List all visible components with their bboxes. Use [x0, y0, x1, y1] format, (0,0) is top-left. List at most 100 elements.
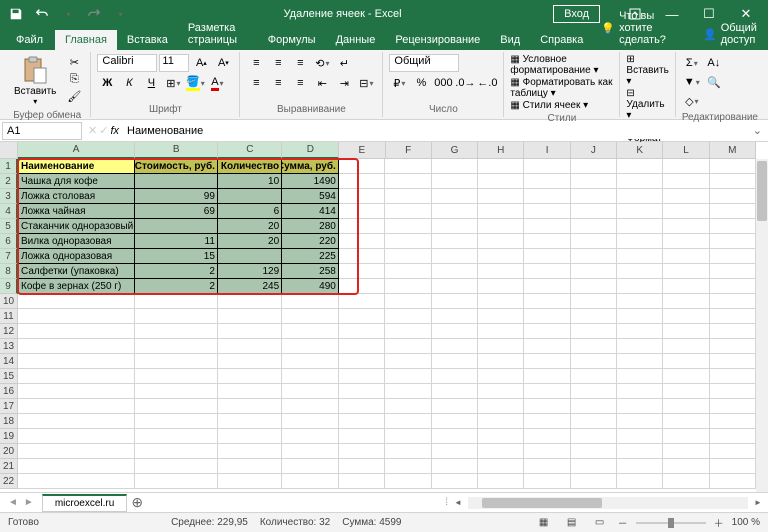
cell[interactable]	[524, 399, 570, 414]
cell[interactable]	[710, 219, 756, 234]
cell[interactable]	[478, 384, 524, 399]
cell[interactable]	[478, 204, 524, 219]
cell[interactable]	[218, 294, 282, 309]
sort-filter-icon[interactable]: A↓	[704, 54, 724, 72]
row-header[interactable]: 21	[0, 459, 18, 474]
cell[interactable]	[617, 369, 663, 384]
tell-me-search[interactable]: 💡Что вы хотите сделать?	[593, 6, 693, 50]
cell[interactable]	[571, 159, 617, 174]
cell[interactable]	[710, 324, 756, 339]
cell[interactable]	[571, 369, 617, 384]
cell[interactable]	[432, 294, 478, 309]
tab-6[interactable]: Вид	[490, 30, 530, 50]
cell[interactable]	[339, 384, 385, 399]
cell[interactable]	[571, 474, 617, 489]
cell[interactable]	[617, 399, 663, 414]
cell[interactable]	[18, 339, 135, 354]
row-header[interactable]: 16	[0, 384, 18, 399]
row-header[interactable]: 5	[0, 219, 18, 234]
cell[interactable]: 2	[135, 264, 218, 279]
cell[interactable]	[571, 279, 617, 294]
cell[interactable]	[432, 189, 478, 204]
zoom-level[interactable]: 100 %	[732, 517, 760, 528]
qat-customize[interactable]	[108, 2, 132, 26]
cell[interactable]	[432, 279, 478, 294]
cell[interactable]	[18, 429, 135, 444]
hscroll-left-icon[interactable]: ◄	[452, 497, 464, 509]
cell[interactable]	[617, 429, 663, 444]
cell[interactable]	[571, 339, 617, 354]
cell[interactable]	[617, 189, 663, 204]
cell[interactable]	[478, 249, 524, 264]
cell[interactable]	[478, 459, 524, 474]
page-layout-icon[interactable]: ▤	[562, 515, 582, 531]
cell[interactable]: Кофе в зернах (250 г)	[18, 279, 135, 294]
cell[interactable]	[18, 369, 135, 384]
cell[interactable]	[478, 264, 524, 279]
cell-styles-button[interactable]: ▦ Стили ячеек ▾	[510, 100, 588, 111]
cell[interactable]	[135, 354, 218, 369]
cell[interactable]: 220	[282, 234, 339, 249]
cell[interactable]	[617, 354, 663, 369]
cell[interactable]	[571, 459, 617, 474]
cell[interactable]	[18, 324, 135, 339]
row-header[interactable]: 7	[0, 249, 18, 264]
cell[interactable]	[135, 309, 218, 324]
cell[interactable]	[571, 384, 617, 399]
cell[interactable]: 69	[135, 204, 218, 219]
cell[interactable]	[571, 324, 617, 339]
cell[interactable]	[524, 459, 570, 474]
cell[interactable]	[135, 459, 218, 474]
cell[interactable]	[432, 354, 478, 369]
undo-dropdown[interactable]	[56, 2, 80, 26]
tab-1[interactable]: Вставка	[117, 30, 178, 50]
cell[interactable]	[339, 474, 385, 489]
cell[interactable]	[339, 369, 385, 384]
cell[interactable]	[282, 429, 339, 444]
cell[interactable]	[571, 309, 617, 324]
cell[interactable]	[282, 444, 339, 459]
cell[interactable]	[663, 294, 709, 309]
cell[interactable]	[18, 399, 135, 414]
cell[interactable]	[385, 459, 431, 474]
cell[interactable]	[571, 414, 617, 429]
cell[interactable]	[339, 444, 385, 459]
row-header[interactable]: 14	[0, 354, 18, 369]
cell[interactable]	[524, 234, 570, 249]
cell[interactable]	[617, 324, 663, 339]
sheet-nav-prev-icon[interactable]: ◄	[8, 497, 18, 508]
cell[interactable]	[218, 189, 282, 204]
cell[interactable]	[282, 309, 339, 324]
row-header[interactable]: 8	[0, 264, 18, 279]
cell[interactable]	[432, 174, 478, 189]
percent-icon[interactable]: %	[411, 74, 431, 92]
row-header[interactable]: 12	[0, 324, 18, 339]
align-middle-icon[interactable]: ≡	[268, 54, 288, 72]
cell[interactable]	[478, 159, 524, 174]
cell[interactable]: Наименование	[18, 159, 135, 174]
cell[interactable]: 245	[218, 279, 282, 294]
align-left-icon[interactable]: ≡	[246, 74, 266, 92]
horizontal-scrollbar[interactable]	[468, 497, 748, 509]
cell[interactable]	[571, 264, 617, 279]
cell[interactable]	[339, 399, 385, 414]
cell[interactable]: 280	[282, 219, 339, 234]
clear-icon[interactable]: ◇	[682, 92, 702, 110]
col-header[interactable]: L	[663, 142, 709, 159]
cell[interactable]	[339, 324, 385, 339]
cell[interactable]	[617, 249, 663, 264]
cell[interactable]	[524, 444, 570, 459]
cell[interactable]	[710, 159, 756, 174]
cell[interactable]	[617, 474, 663, 489]
row-header[interactable]: 9	[0, 279, 18, 294]
worksheet-grid[interactable]: ABCDEFGHIJKLM 12345678910111213141516171…	[0, 142, 768, 492]
format-painter-icon[interactable]: 🖌	[64, 88, 84, 104]
orientation-icon[interactable]: ⟲	[312, 54, 332, 72]
cell[interactable]	[617, 174, 663, 189]
cell[interactable]	[282, 354, 339, 369]
cell[interactable]	[218, 399, 282, 414]
cell[interactable]	[478, 399, 524, 414]
cell[interactable]	[432, 264, 478, 279]
sheet-nav-next-icon[interactable]: ►	[24, 497, 34, 508]
number-format-select[interactable]: Общий	[389, 54, 459, 72]
